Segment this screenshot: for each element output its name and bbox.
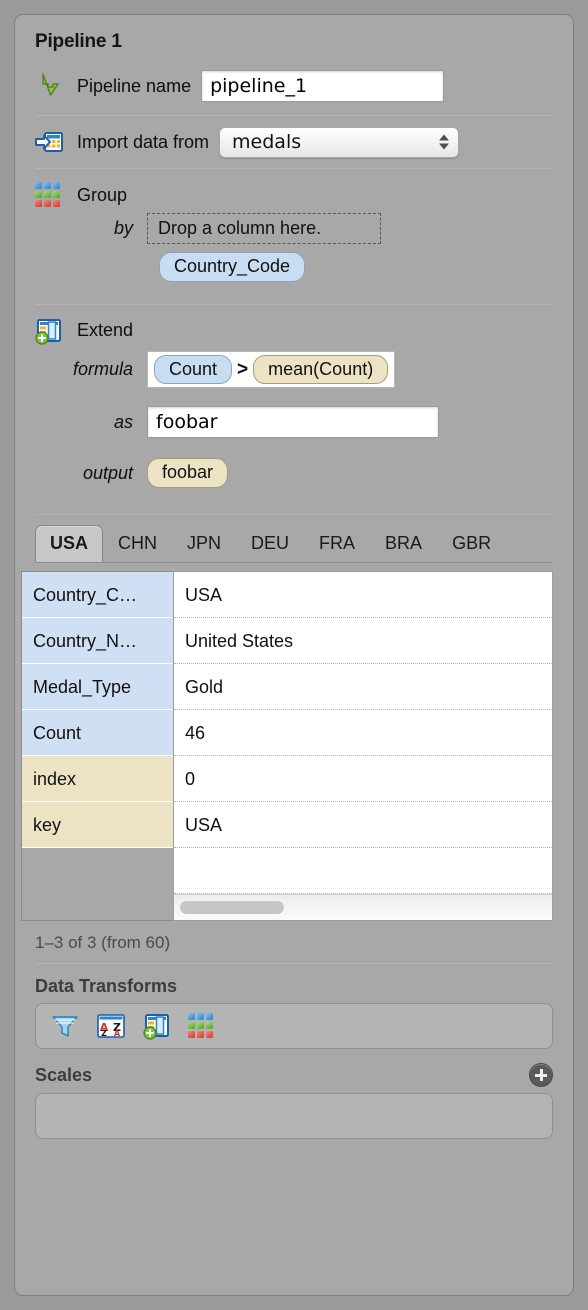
scales-title: Scales [35, 1064, 93, 1085]
table-horizontal-scrollbar[interactable] [174, 894, 552, 921]
scales-tray[interactable] [35, 1093, 553, 1140]
extend-output-row: output foobar [15, 458, 573, 489]
import-table-icon [35, 127, 65, 157]
group-label: Group [77, 184, 128, 205]
group-grid-icon[interactable] [188, 1013, 214, 1039]
record-key[interactable]: Country_N… [22, 618, 173, 665]
record-value: Gold [174, 664, 552, 711]
scales-header: Scales [15, 1049, 573, 1093]
formula-operator: > [237, 358, 249, 380]
record-key[interactable]: Count [22, 710, 173, 757]
record-key[interactable]: index [22, 756, 173, 803]
tab-gbr[interactable]: GBR [437, 525, 506, 562]
record-key[interactable]: Medal_Type [22, 664, 173, 711]
record-value: 46 [174, 710, 552, 757]
tab-jpn[interactable]: JPN [172, 525, 236, 562]
app-window: Pipeline 1 Pipeline name pipeline_1 Impo… [0, 0, 588, 1310]
import-source-value: medals [232, 130, 302, 153]
svg-text:Z: Z [101, 1029, 107, 1038]
formula-label: formula [72, 359, 133, 380]
data-transforms-tray: A Z Z A [35, 1003, 553, 1050]
tab-deu[interactable]: DEU [236, 525, 304, 562]
group-column-pill[interactable]: Country_Code [159, 252, 306, 282]
import-row: Import data from medals [15, 116, 573, 168]
tab-chn[interactable]: CHN [103, 525, 172, 562]
svg-text:A: A [114, 1029, 121, 1038]
group-by-row: by Drop a column here. Country_Code [15, 213, 573, 282]
extend-table-icon[interactable] [142, 1012, 172, 1040]
tab-usa[interactable]: USA [35, 525, 104, 563]
plus-circle-icon[interactable] [529, 1063, 553, 1088]
data-transforms-title: Data Transforms [35, 976, 178, 997]
page-title: Pipeline 1 [35, 31, 122, 52]
extend-table-icon [35, 317, 63, 345]
pipeline-panel: Pipeline 1 Pipeline name pipeline_1 Impo… [14, 14, 574, 1296]
extend-formula-row: formula Count > mean(Count) [15, 350, 573, 389]
record-tabs: USA CHN JPN DEU FRA BRA GBR [15, 525, 573, 563]
record-key[interactable]: key [22, 802, 173, 849]
arrow-down-right-icon [35, 71, 65, 101]
record-value: USA [174, 802, 552, 849]
group-by-label: by [113, 218, 133, 238]
formula-left-pill[interactable]: Count [154, 354, 233, 385]
extend-as-row: as foobar [15, 406, 573, 439]
group-row: Group [15, 169, 573, 213]
record-count-status: 1–3 of 3 (from 60) [35, 933, 171, 953]
tabs-underline [35, 562, 553, 564]
record-value: USA [174, 572, 552, 619]
output-label: output [82, 462, 133, 483]
as-input[interactable]: foobar [147, 406, 439, 439]
filter-funnel-icon[interactable] [50, 1012, 80, 1040]
extend-row: Extend [15, 305, 573, 349]
divider-4 [35, 514, 553, 516]
formula-expression[interactable]: Count > mean(Count) [147, 350, 396, 389]
group-grid-icon [35, 182, 61, 208]
record-value: United States [174, 618, 552, 665]
record-key-column: Country_C… Country_N… Medal_Type Count index… [21, 571, 173, 922]
record-value-column: USAUnited StatesGold460USA. [173, 571, 553, 922]
as-label: as [113, 411, 133, 432]
tab-bra[interactable]: BRA [370, 525, 437, 562]
record-key[interactable]: Country_C… [22, 572, 173, 619]
record-table: Country_C… Country_N… Medal_Type Count index… [21, 571, 553, 922]
import-label: Import data from [77, 131, 210, 152]
formula-right-pill[interactable]: mean(Count) [253, 354, 389, 385]
record-value-empty: . [174, 848, 552, 895]
record-value: 0 [174, 756, 552, 803]
output-pill[interactable]: foobar [147, 458, 229, 489]
extend-label: Extend [77, 320, 134, 341]
import-source-select[interactable]: medals [219, 126, 460, 158]
group-dropzone[interactable]: Drop a column here. [147, 213, 381, 244]
pipeline-name-label: Pipeline name [77, 75, 192, 96]
pipeline-name-input[interactable]: pipeline_1 [201, 70, 445, 102]
tab-fra[interactable]: FRA [304, 525, 370, 562]
pipeline-name-row: Pipeline name pipeline_1 [15, 63, 573, 109]
sort-az-icon[interactable]: A Z Z A [96, 1012, 126, 1040]
stepper-arrows-icon [439, 134, 450, 150]
scrollbar-thumb[interactable] [180, 901, 284, 915]
